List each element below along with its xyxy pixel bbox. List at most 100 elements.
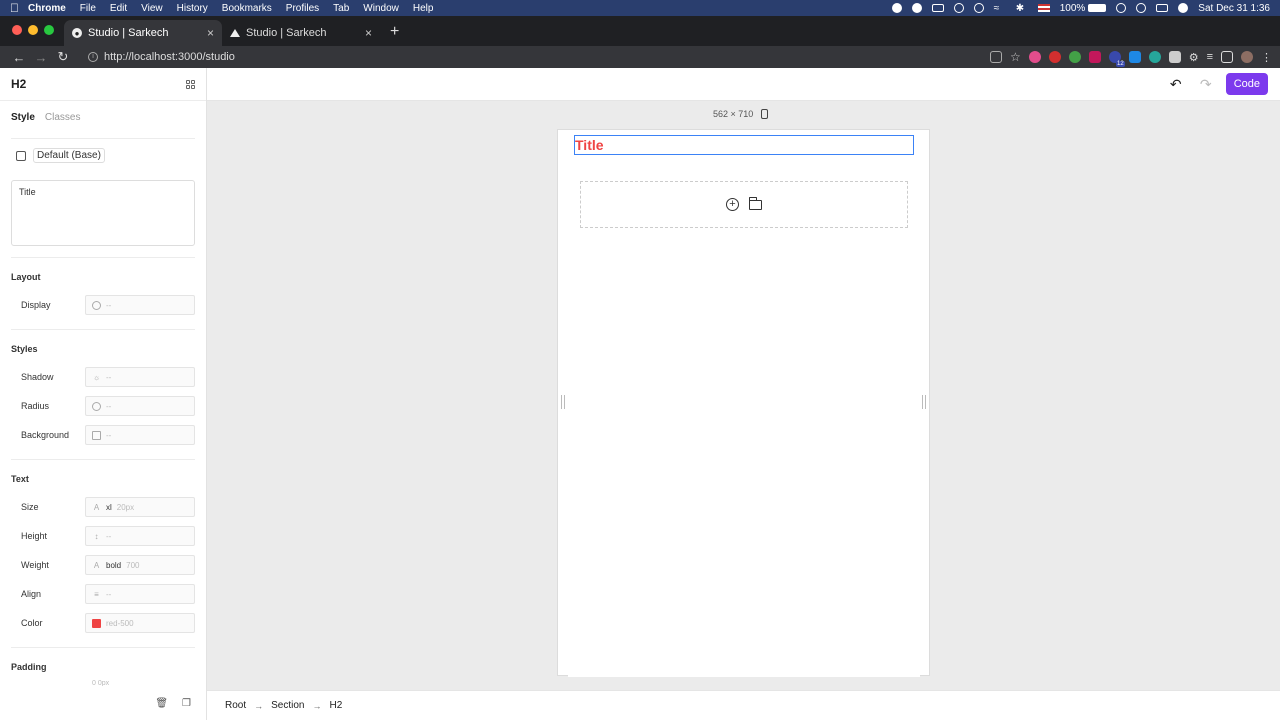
menu-app-name[interactable]: Chrome	[28, 3, 66, 14]
trash-icon[interactable]: 🗑	[155, 698, 168, 709]
mobile-device-icon[interactable]	[761, 109, 769, 119]
extension-gray-icon[interactable]	[1168, 51, 1181, 63]
menu-profiles[interactable]: Profiles	[286, 3, 319, 14]
font-size-select[interactable]: A xl 20px	[85, 497, 195, 517]
wifi-icon[interactable]: ≈	[994, 3, 1006, 14]
extension-badge-icon[interactable]: 12	[1108, 51, 1125, 67]
section-padding: Padding	[11, 662, 47, 672]
extension-colorful-icon[interactable]	[1028, 51, 1041, 63]
play-icon[interactable]	[953, 3, 964, 13]
radius-select[interactable]: --	[85, 396, 195, 416]
reload-icon[interactable]: ↻	[52, 49, 74, 65]
folder-icon[interactable]	[749, 196, 762, 210]
add-block-icon[interactable]: +	[726, 198, 739, 211]
site-info-icon[interactable]: i	[88, 52, 98, 62]
close-tab-icon[interactable]: ×	[207, 26, 214, 40]
bookmark-star-icon[interactable]: ☆	[1010, 50, 1021, 64]
extension-red-icon[interactable]	[1048, 51, 1061, 63]
selected-h2-heading[interactable]: Title	[574, 135, 914, 155]
padding-hint: 0 0px	[92, 680, 110, 687]
share-icon[interactable]	[989, 51, 1002, 63]
tab-title: Studio | Sarkech	[88, 27, 169, 39]
flag-icon[interactable]	[1037, 4, 1050, 12]
clock-icon[interactable]	[973, 3, 984, 13]
text-color-select[interactable]: red-500	[85, 613, 195, 633]
battery-status[interactable]: 100%	[1060, 3, 1107, 14]
prop-height: Height ↕ --	[0, 525, 206, 547]
minimize-window-button[interactable]	[28, 25, 38, 35]
duplicate-icon[interactable]: ❐	[182, 698, 191, 709]
prop-value: bold	[106, 560, 122, 570]
resize-handle-right[interactable]	[922, 395, 926, 409]
display-select[interactable]: --	[85, 295, 195, 315]
section-text: Text	[11, 474, 29, 484]
color-swatch	[92, 618, 101, 628]
extension-download-icon[interactable]	[1128, 51, 1141, 63]
side-panel-icon[interactable]	[1221, 51, 1233, 63]
grid-icon[interactable]	[186, 79, 195, 89]
text-content-input[interactable]	[11, 180, 195, 246]
undo-icon[interactable]: ↶	[1166, 76, 1186, 93]
prop-weight: Weight A bold 700	[0, 554, 206, 576]
extensions-area: ☆ 12 ⚙ ≡ ⋮	[989, 50, 1272, 67]
menu-edit[interactable]: Edit	[110, 3, 127, 14]
font-weight-select[interactable]: A bold 700	[85, 555, 195, 575]
section-layout: Layout	[11, 272, 41, 282]
navigation-icon[interactable]	[911, 3, 922, 13]
menu-history[interactable]: History	[177, 3, 208, 14]
section-dropzone[interactable]: +	[580, 181, 908, 228]
extension-pink-icon[interactable]	[1088, 51, 1101, 63]
code-button[interactable]: Code	[1225, 73, 1268, 95]
menu-tab[interactable]: Tab	[333, 3, 349, 14]
background-select[interactable]: --	[85, 425, 195, 445]
new-tab-icon[interactable]: +	[380, 23, 409, 46]
menu-bookmarks[interactable]: Bookmarks	[222, 3, 272, 14]
redo-icon[interactable]: ↷	[1196, 76, 1216, 93]
back-arrow-icon[interactable]: ←	[8, 50, 30, 65]
browser-tab[interactable]: Studio | Sarkech ×	[222, 20, 380, 46]
close-tab-icon[interactable]: ×	[365, 26, 372, 40]
forward-arrow-icon[interactable]: →	[30, 50, 52, 65]
menubar-clock[interactable]: Sat Dec 31 1:36	[1198, 3, 1270, 14]
browser-tab-active[interactable]: ● Studio | Sarkech ×	[64, 20, 222, 46]
control-center-icon[interactable]	[1156, 4, 1169, 12]
prop-hint: 700	[126, 560, 140, 570]
zoom-window-button[interactable]	[44, 25, 54, 35]
menu-help[interactable]: Help	[413, 3, 434, 14]
extension-teal-icon[interactable]	[1148, 51, 1161, 63]
reading-list-icon[interactable]: ≡	[1207, 51, 1213, 63]
prop-hint: --	[106, 589, 112, 599]
shadow-select[interactable]: ☼ --	[85, 367, 195, 387]
extensions-puzzle-icon[interactable]: ⚙	[1189, 51, 1199, 64]
breadcrumb-item-root[interactable]: Root	[225, 700, 246, 711]
menu-window[interactable]: Window	[363, 3, 399, 14]
close-window-button[interactable]	[12, 25, 22, 35]
menu-view[interactable]: View	[141, 3, 163, 14]
resize-handle-left[interactable]	[561, 395, 565, 409]
sidebar-header: H2	[0, 68, 206, 101]
menu-file[interactable]: File	[80, 3, 96, 14]
more-menu-icon[interactable]: ⋮	[1261, 51, 1272, 64]
cloud-icon[interactable]	[931, 4, 944, 12]
apple-icon[interactable]: 	[10, 1, 28, 15]
tab-style[interactable]: Style	[11, 112, 35, 138]
extension-green-icon[interactable]	[1068, 51, 1081, 63]
breadcrumb-item-section[interactable]: Section	[271, 700, 304, 711]
text-align-select[interactable]: ≡ --	[85, 584, 195, 604]
tab-classes[interactable]: Classes	[45, 112, 81, 138]
triangle-favicon-icon	[230, 29, 240, 37]
state-chip-default-base[interactable]: Default (Base)	[33, 148, 105, 163]
siri-icon[interactable]	[1178, 3, 1189, 13]
bluetooth-icon[interactable]: ✱	[1016, 3, 1028, 14]
user-icon[interactable]	[1116, 3, 1127, 13]
address-bar[interactable]: i http://localhost:3000/studio	[80, 47, 940, 67]
state-checkbox[interactable]	[16, 150, 26, 161]
profile-avatar[interactable]	[1241, 51, 1253, 63]
prop-label: Display	[21, 300, 51, 310]
line-height-select[interactable]: ↕ --	[85, 526, 195, 546]
breadcrumb-item-h2[interactable]: H2	[329, 700, 342, 711]
sidebar-tabs: Style Classes	[0, 101, 206, 138]
search-icon[interactable]	[1136, 3, 1147, 13]
record-icon[interactable]	[891, 3, 902, 13]
line-height-icon: ↕	[94, 531, 99, 541]
